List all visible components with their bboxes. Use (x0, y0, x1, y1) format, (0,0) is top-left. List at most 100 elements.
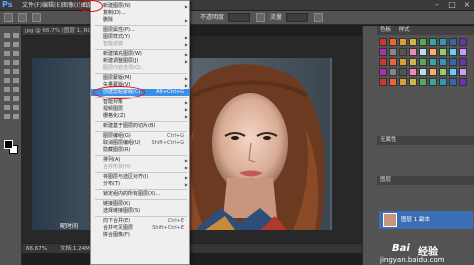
clone-stamp-icon[interactable] (3, 68, 12, 76)
menu-item[interactable]: 视频图层 ▶ (91, 106, 190, 113)
marquee-tool-icon[interactable] (12, 32, 21, 40)
flow-field[interactable] (286, 13, 308, 22)
move-tool-icon[interactable] (3, 32, 12, 40)
minimize-icon[interactable]: – (430, 0, 444, 11)
brush-tool-icon[interactable] (12, 59, 21, 67)
color-swatch[interactable] (439, 78, 447, 86)
color-swatch[interactable] (389, 38, 397, 46)
color-swatch[interactable] (429, 58, 437, 66)
color-swatch[interactable] (399, 38, 407, 46)
zoom-level[interactable]: 66.67% (26, 244, 47, 254)
lasso-tool-icon[interactable] (3, 41, 12, 49)
color-swatch[interactable] (389, 78, 397, 86)
mode-icon[interactable] (32, 13, 41, 22)
opacity-field[interactable] (228, 13, 250, 22)
history-brush-icon[interactable] (12, 68, 21, 76)
menu-edit[interactable]: 编辑(E) (42, 0, 62, 11)
color-swatch[interactable] (459, 38, 467, 46)
color-swatch[interactable] (389, 68, 397, 76)
color-swatch[interactable] (439, 48, 447, 56)
menu-item[interactable]: 新建基于图层的切片(B) (91, 123, 190, 130)
close-icon[interactable]: × (460, 0, 474, 11)
color-swatch[interactable] (459, 48, 467, 56)
menu-item[interactable]: 向下合并(E) Ctrl+E (91, 218, 190, 225)
menu-item[interactable]: 选择链接图层(S) (91, 208, 190, 215)
panel-tab-swatches[interactable]: 色板 样式 (377, 26, 474, 35)
menu-item[interactable]: 锁定组内的所有图层(X)... (91, 191, 190, 198)
color-swatch[interactable] (409, 78, 417, 86)
color-swatch[interactable] (419, 78, 427, 86)
color-swatch[interactable] (439, 68, 447, 76)
color-swatch[interactable] (409, 68, 417, 76)
restore-icon[interactable]: □ (445, 0, 459, 11)
color-swatch[interactable] (439, 58, 447, 66)
menu-item[interactable]: 图层内容选项(O)... (91, 65, 190, 72)
color-swatch[interactable] (429, 48, 437, 56)
healing-brush-icon[interactable] (3, 59, 12, 67)
brush-preset-icon[interactable] (18, 13, 27, 22)
quick-select-icon[interactable] (12, 41, 21, 49)
color-swatch[interactable] (399, 48, 407, 56)
airbrush-icon[interactable] (314, 13, 323, 22)
menu-item[interactable]: 图层蒙版(M) ▶ (91, 75, 190, 82)
pen-tool-icon[interactable] (3, 95, 12, 103)
color-swatch[interactable] (459, 78, 467, 86)
menu-item[interactable]: 复制(D)... (91, 10, 190, 17)
color-swatch[interactable] (409, 38, 417, 46)
color-swatch[interactable] (379, 68, 387, 76)
tool-preset-icon[interactable] (4, 13, 13, 22)
color-swatch[interactable] (409, 58, 417, 66)
color-swatch[interactable] (379, 58, 387, 66)
menu-item[interactable]: 链接图层(K) (91, 201, 190, 208)
menu-item[interactable]: 合并形状(H) ▶ (91, 164, 190, 171)
color-swatch[interactable] (429, 68, 437, 76)
menu-item[interactable]: 智能滤镜 ▶ (91, 41, 190, 48)
gradient-tool-icon[interactable] (12, 77, 21, 85)
menu-item[interactable]: 新建填充图层(W) ▶ (91, 51, 190, 58)
color-swatch[interactable] (449, 68, 457, 76)
color-swatch[interactable] (419, 48, 427, 56)
menu-item[interactable]: 图层样式(Y) ▶ (91, 34, 190, 41)
menu-item[interactable]: 新建图层(N) ▶ (91, 3, 190, 10)
color-swatch[interactable] (449, 58, 457, 66)
color-swatch[interactable] (409, 48, 417, 56)
layers-panel-tab[interactable]: 图层 (377, 176, 474, 185)
color-swatch[interactable] (449, 48, 457, 56)
color-swatch[interactable] (419, 68, 427, 76)
color-swatch[interactable] (429, 38, 437, 46)
menu-item[interactable]: 拼合图像(F) (91, 232, 190, 239)
eyedropper-icon[interactable] (12, 50, 21, 58)
menu-item[interactable]: 栅格化(Z) ▶ (91, 113, 190, 120)
menu-file[interactable]: 文件(F) (22, 0, 42, 11)
menu-item[interactable]: 隐藏图层(R) (91, 147, 190, 154)
blur-tool-icon[interactable] (3, 86, 12, 94)
menu-item[interactable]: 新建调整图层(J) ▶ (91, 58, 190, 65)
menu-item[interactable]: 将图层与选区对齐(I) ▶ (91, 174, 190, 181)
color-swatch[interactable] (449, 38, 457, 46)
color-swatch[interactable] (399, 78, 407, 86)
color-swatch[interactable] (459, 68, 467, 76)
shape-tool-icon[interactable] (12, 104, 21, 112)
menu-image[interactable]: 图像(I) (62, 0, 80, 11)
menu-item[interactable]: 排列(A) ▶ (91, 157, 190, 164)
color-swatch[interactable] (389, 58, 397, 66)
menu-item[interactable]: 合并可见图层 Shift+Ctrl+E (91, 225, 190, 232)
foreground-color-swatch[interactable] (4, 140, 13, 149)
color-swatch[interactable] (419, 58, 427, 66)
color-swatch[interactable] (439, 38, 447, 46)
color-swatch[interactable] (459, 58, 467, 66)
pressure-opacity-icon[interactable] (256, 13, 265, 22)
eraser-icon[interactable] (3, 77, 12, 85)
menu-item[interactable]: 图层属性(P)... (91, 27, 190, 34)
zoom-tool-icon[interactable] (12, 113, 21, 121)
crop-tool-icon[interactable] (3, 50, 12, 58)
color-swatch[interactable] (379, 48, 387, 56)
menu-item[interactable]: 智能对象 ▶ (91, 99, 190, 106)
menu-item[interactable]: 图层编组(G) Ctrl+G (91, 133, 190, 140)
color-swatch[interactable] (449, 78, 457, 86)
color-swatch[interactable] (429, 78, 437, 86)
menu-item[interactable]: 取消图层编组(U) Shift+Ctrl+G (91, 140, 190, 147)
color-swatch[interactable] (399, 68, 407, 76)
color-swatch[interactable] (389, 48, 397, 56)
color-swatch[interactable] (379, 78, 387, 86)
